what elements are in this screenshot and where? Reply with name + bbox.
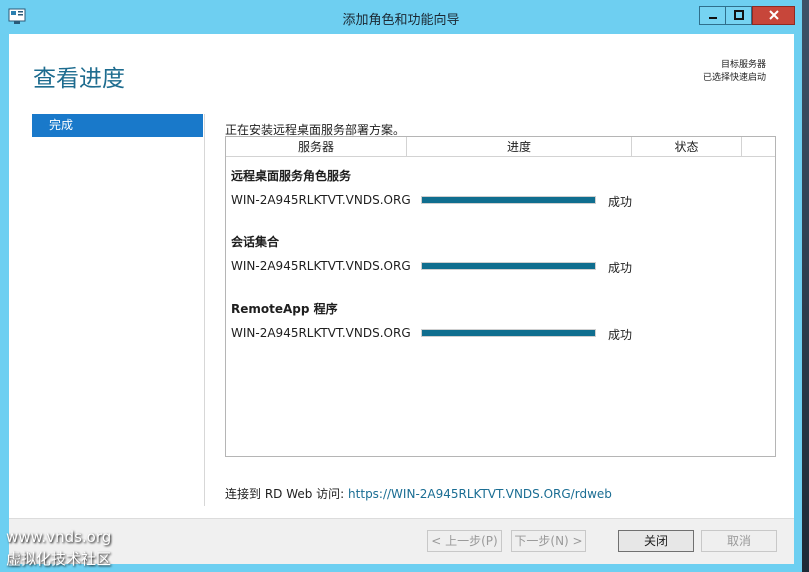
next-button[interactable]: 下一步(N) > <box>511 530 586 552</box>
wizard-window: 添加角色和功能向导 查看进度 目标服务器 已选择快速启动 完成 正在安装远程桌面… <box>0 0 802 572</box>
progress-bar-fill <box>422 263 595 269</box>
window-title: 添加角色和功能向导 <box>342 13 460 28</box>
minimize-button[interactable] <box>699 6 726 25</box>
wizard-nav: 完成 <box>32 114 203 137</box>
progress-bar <box>421 196 596 204</box>
target-server-label: 目标服务器 <box>720 60 766 70</box>
rdweb-link-prefix: 连接到 RD Web 访问: <box>225 487 349 501</box>
nav-divider <box>204 114 205 506</box>
column-header-server[interactable]: 服务器 <box>226 137 407 157</box>
close-icon <box>768 9 779 23</box>
progress-bar <box>421 329 596 337</box>
target-server-info: 目标服务器 已选择快速启动 <box>703 59 766 85</box>
nav-item-complete[interactable]: 完成 <box>32 114 203 137</box>
rdweb-link[interactable]: https://WIN-2A945RLKTVT.VNDS.ORG/rdweb <box>348 487 612 501</box>
column-header-progress[interactable]: 进度 <box>407 137 632 157</box>
progress-bar-fill <box>422 330 595 336</box>
table-row-server: WIN-2A945RLKTVT.VNDS.ORG <box>231 326 411 340</box>
close-button[interactable]: 关闭 <box>618 530 694 552</box>
group-title-rds-role-services: 远程桌面服务角色服务 <box>231 169 352 183</box>
close-window-button[interactable] <box>752 6 795 25</box>
rdweb-link-line: 连接到 RD Web 访问: https://WIN-2A945RLKTVT.V… <box>225 485 612 502</box>
group-title-session-collection: 会话集合 <box>231 235 280 249</box>
group-title-remoteapp: RemoteApp 程序 <box>231 302 338 316</box>
minimize-icon <box>708 9 718 23</box>
column-header-status[interactable]: 状态 <box>632 137 742 157</box>
target-server-value: 已选择快速启动 <box>702 73 766 83</box>
title-bar[interactable]: 添加角色和功能向导 <box>0 0 802 34</box>
status-text: 成功 <box>608 328 633 342</box>
watermark-text: 虚拟化技术社区 <box>6 550 112 568</box>
site-watermark: www.vnds.org 虚拟化技术社区 <box>0 526 140 572</box>
table-header: 服务器 进度 状态 <box>226 137 775 157</box>
page-title: 查看进度 <box>33 66 125 92</box>
desktop-background <box>802 0 809 572</box>
table-row-server: WIN-2A945RLKTVT.VNDS.ORG <box>231 193 411 207</box>
wizard-content: 查看进度 目标服务器 已选择快速启动 完成 正在安装远程桌面服务部署方案。 服务… <box>9 34 794 564</box>
status-text: 成功 <box>608 195 633 209</box>
maximize-icon <box>733 9 744 23</box>
cancel-button[interactable]: 取消 <box>701 530 777 552</box>
progress-table: 服务器 进度 状态 远程桌面服务角色服务 WIN-2A945RLKTVT.VND… <box>225 136 776 457</box>
column-header-spacer <box>742 137 775 157</box>
previous-button[interactable]: < 上一步(P) <box>427 530 502 552</box>
progress-bar-fill <box>422 197 595 203</box>
watermark-url: www.vnds.org <box>6 528 112 546</box>
progress-bar <box>421 262 596 270</box>
maximize-button[interactable] <box>726 6 752 25</box>
table-row-server: WIN-2A945RLKTVT.VNDS.ORG <box>231 259 411 273</box>
status-text: 成功 <box>608 261 633 275</box>
